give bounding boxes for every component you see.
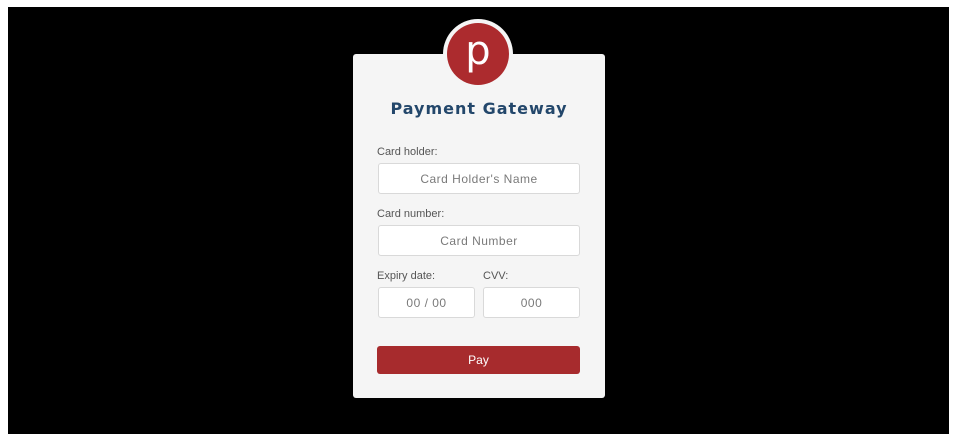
pay-button[interactable]: Pay bbox=[377, 346, 580, 374]
cvv-input[interactable] bbox=[483, 287, 580, 318]
expiry-date-input[interactable] bbox=[378, 287, 475, 318]
brand-logo: p bbox=[443, 19, 513, 89]
cvv-label: CVV: bbox=[483, 270, 509, 282]
page-title: Payment Gateway bbox=[390, 99, 568, 118]
logo-letter: p bbox=[447, 23, 509, 85]
card-holder-label: Card holder: bbox=[377, 146, 438, 158]
card-number-input[interactable] bbox=[378, 225, 580, 256]
card-number-label: Card number: bbox=[377, 208, 445, 220]
expiry-date-label: Expiry date: bbox=[377, 270, 436, 282]
card-holder-input[interactable] bbox=[378, 163, 580, 194]
